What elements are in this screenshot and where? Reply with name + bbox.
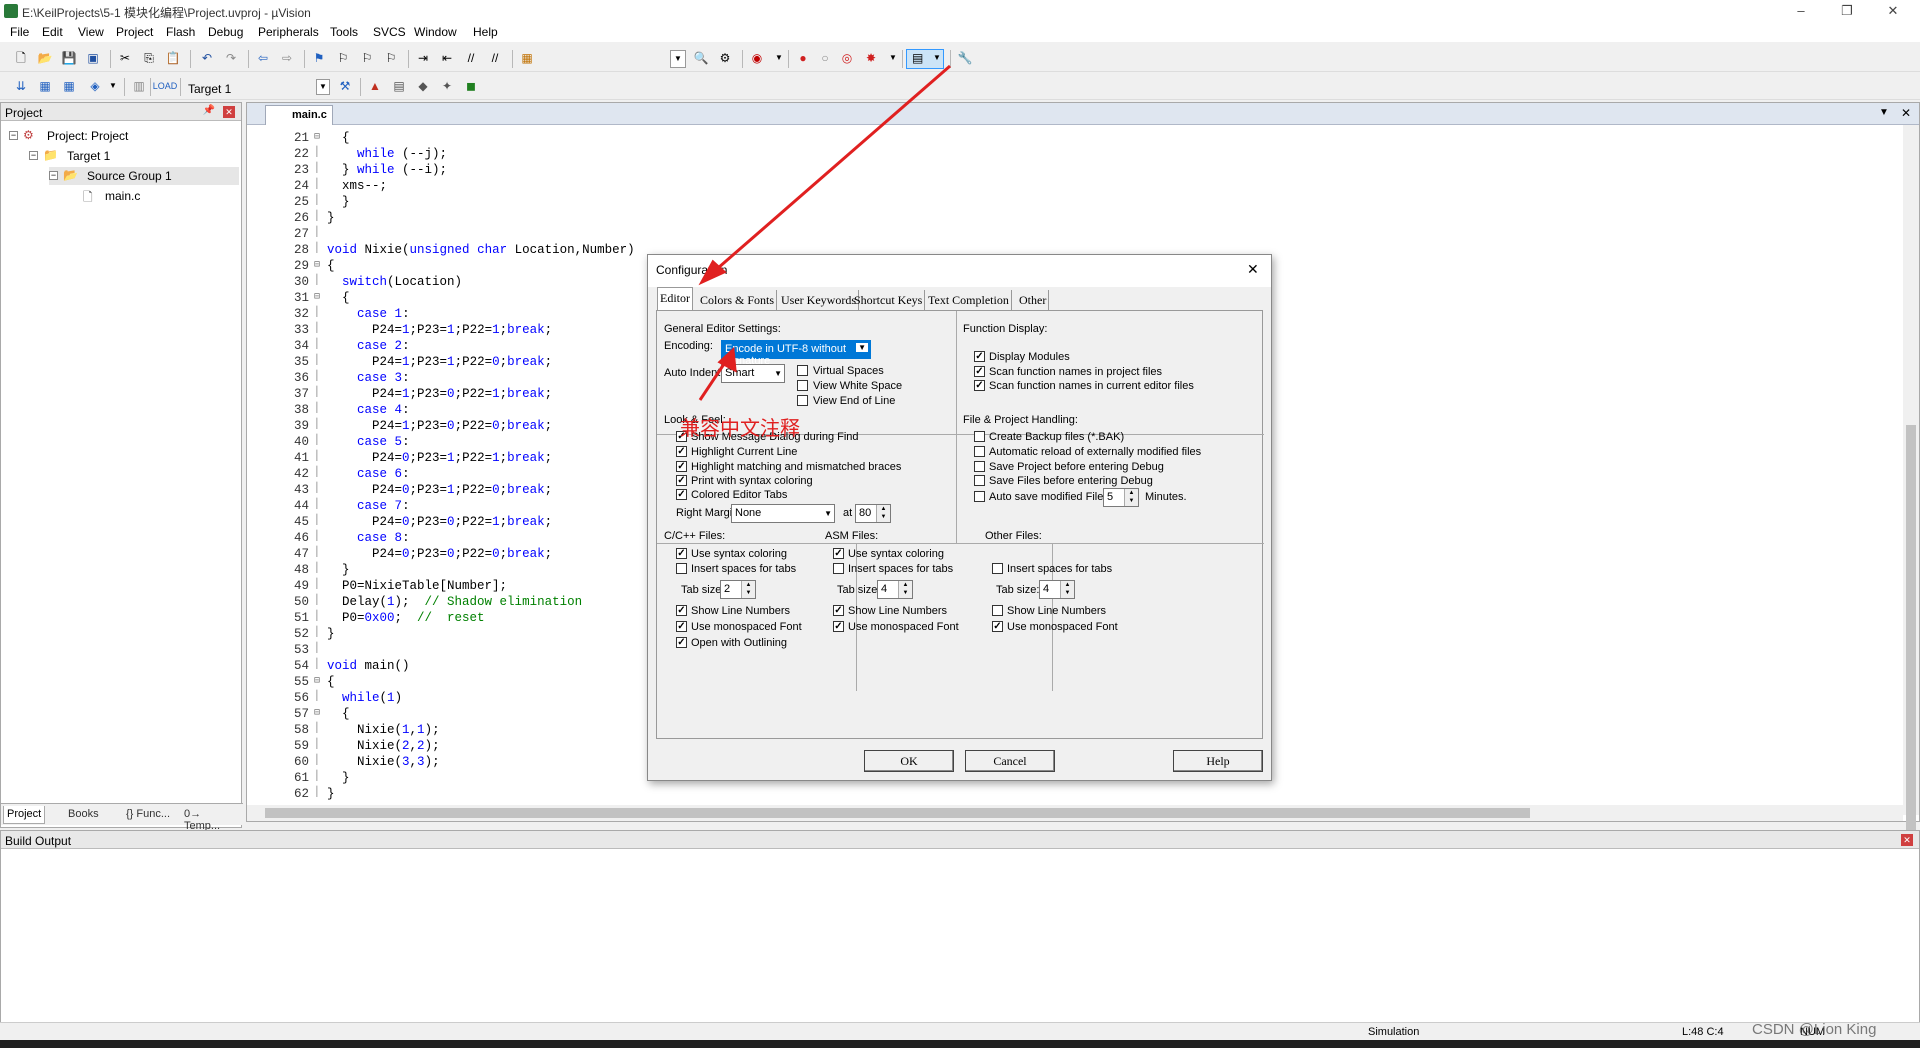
arrow-wrench-to-editor-tab [709,64,951,277]
annotation-arrows [698,64,951,401]
